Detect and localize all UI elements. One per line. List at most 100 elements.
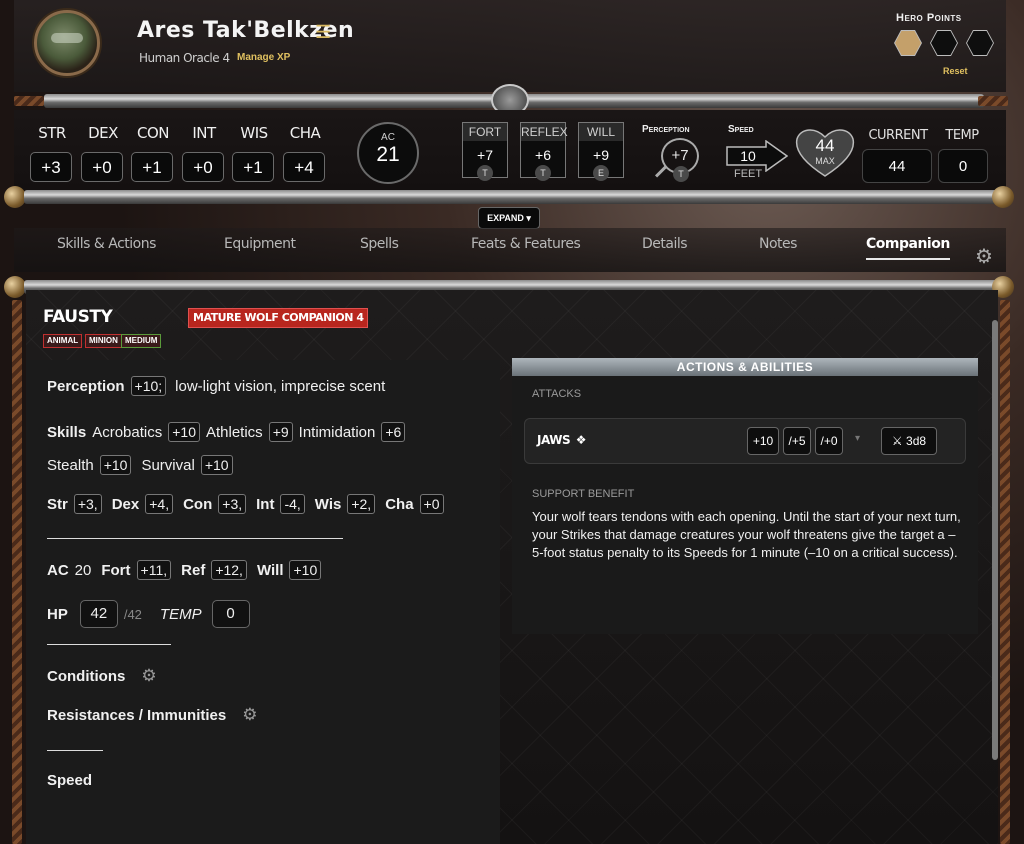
skill-value[interactable]: +9 [268,422,293,442]
ability-label: CHA [289,124,321,142]
attribute-name: Cha [385,495,414,513]
ac-label: AC [47,561,69,579]
ability-value[interactable]: +3 [30,152,72,182]
save-value: +7 [477,147,493,163]
attribute-value[interactable]: +4, [145,494,174,514]
save-value: +9 [593,147,609,163]
ability-cha: CHA +4 [283,124,327,182]
skill-name: Stealth [47,456,94,474]
trait-badge[interactable]: Medium [121,334,162,348]
skill-value[interactable]: +10 [99,455,132,475]
save-reflex[interactable]: REFLEX +6 T [520,122,568,181]
tab-details[interactable]: Details [642,236,688,258]
attribute-name: Con [183,495,213,513]
conditions-gear-icon[interactable]: ⚙ [141,666,156,686]
tab-feats-features[interactable]: Feats & Features [471,236,581,258]
temp-hp-input[interactable]: 0 [211,600,250,628]
action-diamond-icon: ❖ [575,433,587,447]
ability-value[interactable]: +1 [131,152,173,182]
attribute-value[interactable]: -4, [280,494,305,514]
save-value[interactable]: +11, [136,560,172,580]
save-value: +6 [535,147,551,163]
rope-decoration [12,300,22,844]
menu-icon[interactable]: ☰ [315,22,331,43]
ability-label: INT [192,124,216,142]
temp-label: TEMP [159,605,202,623]
save-label: FORT [463,123,507,141]
manage-xp-link[interactable]: Manage XP [237,52,290,63]
tab-skills-actions[interactable]: Skills & Actions [57,236,156,258]
metal-bar [24,190,1000,204]
attribute-value[interactable]: +2, [347,494,376,514]
senses-text: low-light vision, imprecise scent [175,377,386,395]
dropdown-icon[interactable]: ▾ [855,433,860,444]
save-will[interactable]: WILL +9 E [578,122,624,181]
rope-decoration [978,96,1008,106]
trait-badge[interactable]: Animal [43,334,83,348]
attack-name[interactable]: JAWS ❖ [537,433,587,447]
attribute-value[interactable]: +0 [419,494,444,514]
companion-level-badge[interactable]: Mature Wolf Companion 4 [188,308,369,328]
hero-point-2[interactable] [930,30,958,56]
skill-name: Athletics [205,423,263,441]
conditions-label: Conditions [47,667,126,685]
speed-row: Speed [47,772,92,789]
ability-value[interactable]: +1 [232,152,274,182]
proficiency-badge: T [535,165,551,181]
tab-spells[interactable]: Spells [360,236,399,258]
resistances-gear-icon[interactable]: ⚙ [242,705,257,725]
attack-roll-first[interactable]: +10 [747,427,779,455]
current-hp-label: CURRENT [868,128,928,143]
save-name: Ref [181,561,206,579]
tab-equipment[interactable]: Equipment [224,236,296,258]
support-benefit-text: Your wolf tears tendons with each openin… [532,509,961,560]
attack-roll-third[interactable]: /+0 [815,427,843,455]
attribute-value[interactable]: +3, [73,494,102,514]
skills-row-2: Stealth +10 Survival +10 [47,455,233,475]
divider [47,538,343,539]
save-label: REFLEX [521,123,568,141]
expand-button[interactable]: EXPAND ▾ [478,207,540,229]
hp-current-input[interactable]: 42 [79,600,118,628]
attack-roll-second[interactable]: /+5 [783,427,811,455]
perception-label: Perception [47,377,125,395]
attribute-name: Wis [314,495,342,513]
ability-value[interactable]: +0 [81,152,123,182]
damage-roll-button[interactable]: ⚔ 3d8 [881,427,937,455]
stats-panel: STR +3 DEX +0 CON +1 INT +0 WIS +1 CHA +… [14,110,1006,192]
current-hp-input[interactable]: 44 [862,149,932,183]
perception-value[interactable]: +10; [130,376,167,396]
save-fortitude[interactable]: FORT +7 T [462,122,508,181]
save-label: WILL [579,123,623,141]
reset-hero-points[interactable]: Reset [943,66,968,76]
tab-notes[interactable]: Notes [759,236,797,258]
temp-hp-input[interactable]: 0 [938,149,988,183]
scrollbar[interactable] [992,320,998,760]
trait-badge[interactable]: Minion [85,334,122,348]
speed-value[interactable]: 10 [734,148,762,164]
skill-name: Survival [141,456,195,474]
attribute-value[interactable]: +3, [218,494,247,514]
armor-class[interactable]: AC 21 [357,122,419,184]
hero-point-3[interactable] [966,30,994,56]
skill-value[interactable]: +6 [381,422,406,442]
companion-panel: Fausty Animal Minion Medium Mature Wolf … [26,290,998,844]
hero-point-1[interactable] [894,30,922,56]
ability-value[interactable]: +0 [182,152,224,182]
skill-name: Intimidation [298,423,376,441]
tab-companion[interactable]: Companion [866,236,950,260]
perception-row: Perception +10; low-light vision, imprec… [47,376,385,396]
skill-value[interactable]: +10 [200,455,233,475]
save-value[interactable]: +12, [211,560,247,580]
ability-value[interactable]: +4 [283,152,325,182]
ability-label: STR [38,124,66,142]
ability-wis: WIS +1 [232,124,276,182]
save-value[interactable]: +10 [289,560,322,580]
ability-dex: DEX +0 [81,124,125,182]
character-avatar[interactable] [34,10,100,76]
proficiency-badge: E [593,165,609,181]
actions-abilities-panel: Actions & Abilities ATTACKS JAWS ❖ +10 /… [512,358,978,634]
settings-gear-icon[interactable]: ⚙ [975,244,993,269]
skill-value[interactable]: +10 [168,422,200,442]
character-header: Ares Tak'Belkzen ☰ Human Oracle 4 Manage… [14,0,1006,92]
